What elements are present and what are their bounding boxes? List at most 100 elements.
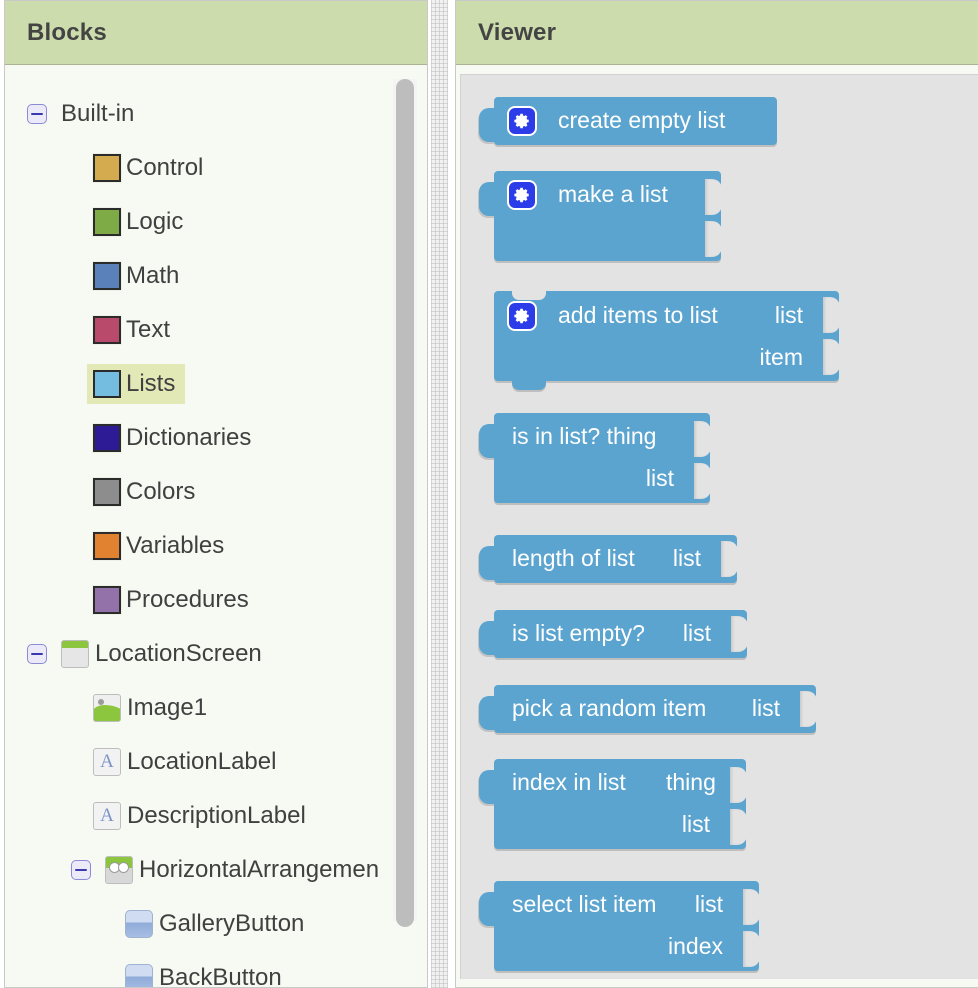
tree-node-label: Math [126,262,180,289]
minus-toggle-icon[interactable] [27,644,47,664]
output-plug-icon [479,696,496,730]
block-length-of-list[interactable]: length of list list [479,535,738,583]
value-socket[interactable] [743,931,760,967]
scrollbar-thumb[interactable] [396,79,414,927]
block-select-list-item[interactable]: select list item list index [479,881,760,971]
value-socket[interactable] [743,889,760,925]
output-plug-icon [479,108,496,142]
tree-node-label: Image1 [127,694,208,721]
block-index-in-list[interactable]: index in list thing list [479,759,747,849]
value-socket[interactable] [823,339,840,375]
value-socket[interactable] [694,421,711,457]
tree-node-logic[interactable]: Logic [5,195,427,249]
tree-node-label: Text [126,316,171,343]
block-text: add items to list [558,302,718,328]
value-socket[interactable] [694,463,711,499]
block-add-items-to-list[interactable]: add items to list list item [494,290,840,390]
statement-bottom-bump [512,380,546,390]
value-socket[interactable] [730,809,747,845]
screen-icon [61,640,89,668]
tree-node-label: Procedures [126,586,249,613]
blocks-tree: Built-in Control Logic Math Text Lists D… [5,65,427,987]
tree-node-label: GalleryButton [159,910,305,937]
block-text: is list empty? [512,620,645,646]
output-plug-icon [479,770,496,804]
color-swatch-icon [93,154,121,182]
tree-node-description-label[interactable]: A DescriptionLabel [5,789,427,843]
value-socket[interactable] [823,297,840,333]
output-plug-icon [479,546,496,580]
block-is-in-list[interactable]: is in list? thing list [479,413,711,503]
block-is-list-empty[interactable]: is list empty? list [479,610,748,658]
viewer-panel-title: Viewer [478,18,557,46]
value-socket[interactable] [705,221,722,257]
block-text: list [694,891,723,917]
tree-node-lists[interactable]: Lists [5,357,427,411]
color-swatch-icon [93,532,121,560]
tree-node-label: Dictionaries [126,424,252,451]
block-text: make a list [558,181,668,207]
output-plug-icon [479,424,496,458]
mutator-gear-icon[interactable] [507,180,537,210]
panel-splitter-handle[interactable] [431,0,448,988]
tree-node-gallery-button[interactable]: GalleryButton [5,897,427,951]
tree-node-image1[interactable]: Image1 [5,681,427,735]
tree-node-control[interactable]: Control [5,141,427,195]
block-text: list [682,620,711,646]
minus-toggle-icon[interactable] [71,860,91,880]
tree-node-dictionaries[interactable]: Dictionaries [5,411,427,465]
mutator-gear-icon[interactable] [507,106,537,136]
blockly-workspace[interactable]: create empty list make a list add items … [460,74,978,979]
label-component-icon: A [93,802,121,830]
value-socket[interactable] [705,179,722,215]
color-swatch-icon [93,262,121,290]
block-text: index in list [512,769,626,795]
tree-node-procedures[interactable]: Procedures [5,573,427,627]
block-text: index [668,933,723,959]
blocks-panel: Blocks Built-in Control Logic Math Text … [4,0,428,988]
value-socket[interactable] [800,691,817,727]
tree-node-variables[interactable]: Variables [5,519,427,573]
value-socket[interactable] [721,541,738,577]
output-plug-icon [479,182,496,216]
value-socket[interactable] [731,616,748,652]
minus-toggle-icon[interactable] [27,104,47,124]
color-swatch-icon [93,424,121,452]
block-text: list [672,545,701,571]
tree-node-location-label[interactable]: A LocationLabel [5,735,427,789]
block-text: select list item [512,891,657,917]
output-plug-icon [479,621,496,655]
block-text: list [774,302,803,328]
tree-node-horizontal-arrangement[interactable]: HorizontalArrangemen [5,843,427,897]
output-plug-icon [479,892,496,926]
viewer-panel-header: Viewer [456,1,978,65]
block-text: create empty list [558,107,726,133]
block-text: is in list? thing [512,423,657,449]
tree-node-built-in[interactable]: Built-in [5,87,427,141]
block-text: thing [666,769,716,795]
tree-node-label: Logic [126,208,184,235]
tree-node-label: Built-in [61,100,135,127]
color-swatch-icon [93,316,121,344]
button-component-icon [125,910,153,938]
label-component-icon: A [93,748,121,776]
block-make-a-list[interactable]: make a list [479,171,722,261]
tree-node-colors[interactable]: Colors [5,465,427,519]
block-create-empty-list[interactable]: create empty list [479,97,777,145]
blocks-tree-scrollbar[interactable] [393,79,417,927]
selected-node-highlight: Lists [87,364,186,404]
horizontal-arrangement-icon [105,856,133,884]
tree-node-text[interactable]: Text [5,303,427,357]
color-swatch-icon [93,208,121,236]
block-text: list [681,811,710,837]
value-socket[interactable] [730,767,747,803]
block-text: pick a random item [512,695,707,721]
block-pick-a-random-item[interactable]: pick a random item list [479,685,817,733]
tree-node-back-button[interactable]: BackButton [5,951,427,987]
block-text: item [759,344,803,370]
color-swatch-icon [93,586,121,614]
block-text: list [751,695,780,721]
mutator-gear-icon[interactable] [507,301,537,331]
tree-node-math[interactable]: Math [5,249,427,303]
tree-node-location-screen[interactable]: LocationScreen [5,627,427,681]
